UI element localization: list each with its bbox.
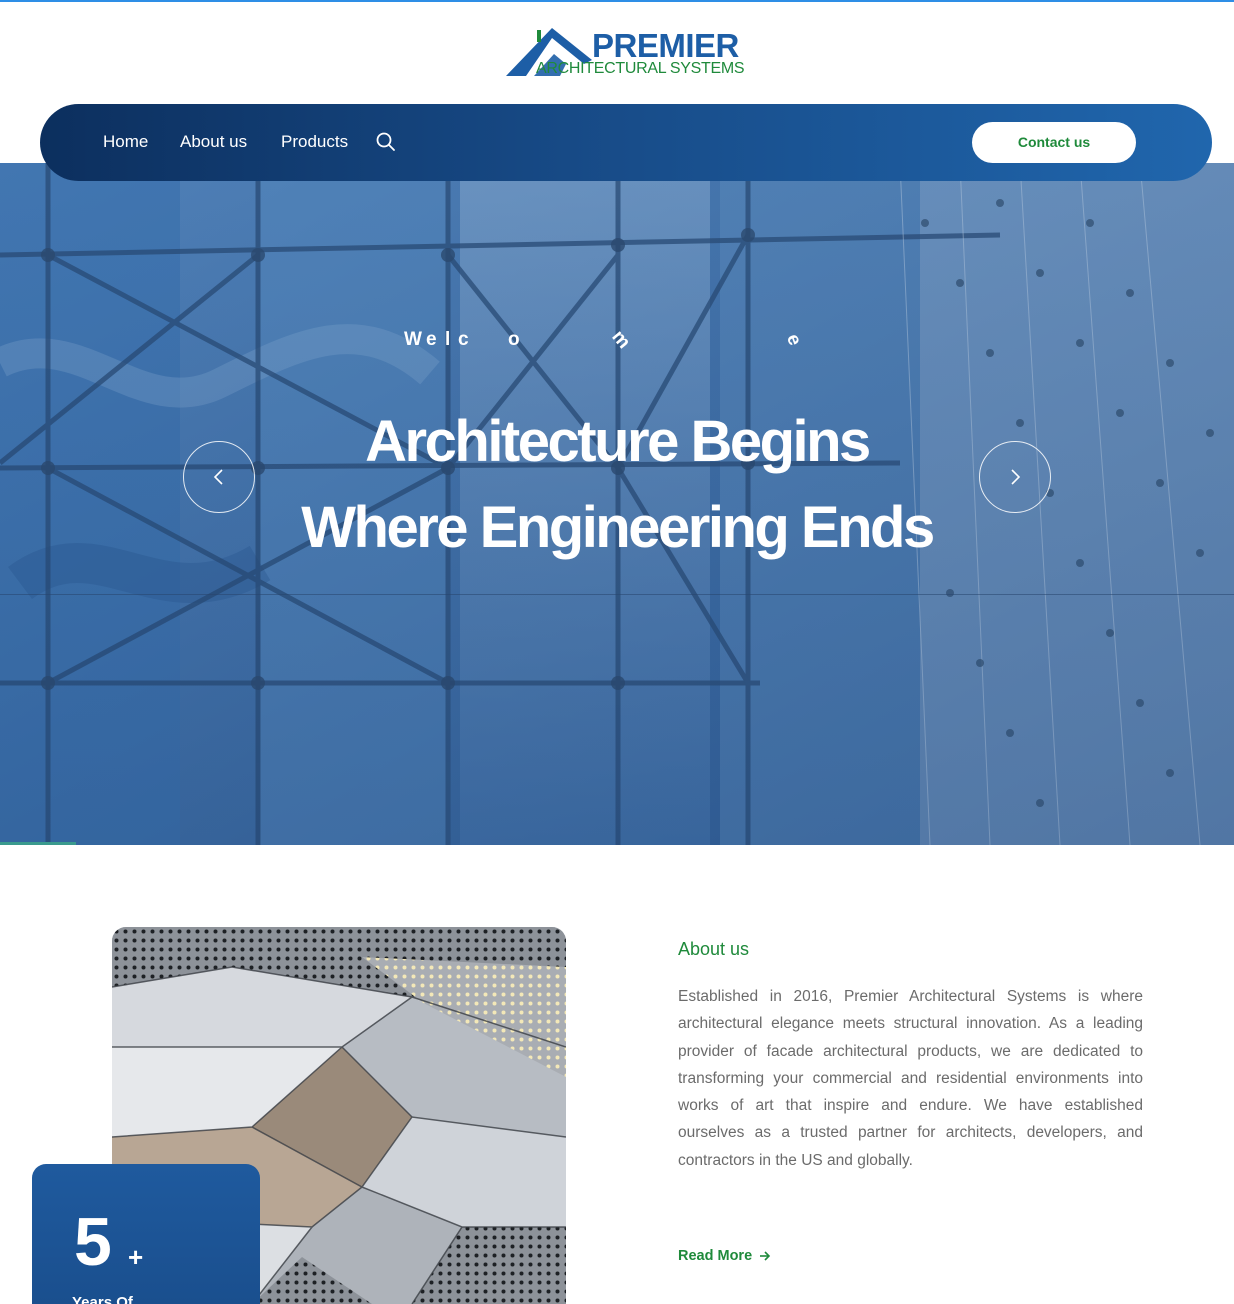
- logo-subtitle: ARCHITECTURAL SYSTEMS: [536, 60, 745, 77]
- welcome-letter: W: [404, 329, 422, 350]
- about-heading: About us: [678, 939, 750, 959]
- chevron-left-icon: [213, 469, 223, 485]
- nav-about-us[interactable]: About us: [180, 132, 247, 152]
- stat-suffix: +: [128, 1242, 144, 1272]
- hero-title: Architecture Begins Where Engineering En…: [301, 409, 935, 560]
- read-more-link[interactable]: Read More: [678, 1247, 771, 1265]
- carousel-next-button[interactable]: [979, 441, 1051, 513]
- hero-divider: [0, 594, 1234, 595]
- search-button[interactable]: [375, 131, 397, 153]
- stat-label: Years Of: [72, 1294, 133, 1304]
- carousel-prev-button[interactable]: [183, 441, 255, 513]
- years-stat-card: 5 + Years Of: [32, 1164, 260, 1304]
- stat-number: 5: [74, 1204, 112, 1280]
- main-navigation: Home About us Products Contact us: [40, 104, 1212, 181]
- top-accent-line: [0, 0, 1234, 2]
- chevron-right-icon: [1011, 469, 1021, 485]
- welcome-letter: l: [445, 329, 451, 350]
- contact-us-button[interactable]: Contact us: [972, 122, 1136, 163]
- welcome-letter: o: [508, 329, 520, 350]
- search-icon: [376, 132, 395, 151]
- site-logo[interactable]: PREMIER ARCHITECTURAL SYSTEMS: [504, 26, 745, 82]
- read-more-label: Read More: [678, 1248, 753, 1264]
- welcome-letter: c: [458, 329, 469, 350]
- logo-title: PREMIER: [592, 27, 739, 64]
- welcome-letter: e: [426, 329, 437, 350]
- nav-home[interactable]: Home: [103, 132, 148, 152]
- arrow-right-icon: [760, 1251, 771, 1261]
- nav-products[interactable]: Products: [281, 132, 348, 152]
- hero-banner: W e l c o m e Architecture Begins Where …: [0, 163, 1234, 845]
- hero-progress-indicator: [0, 842, 76, 845]
- about-body-text: Established in 2016, Premier Architectur…: [678, 988, 1143, 1169]
